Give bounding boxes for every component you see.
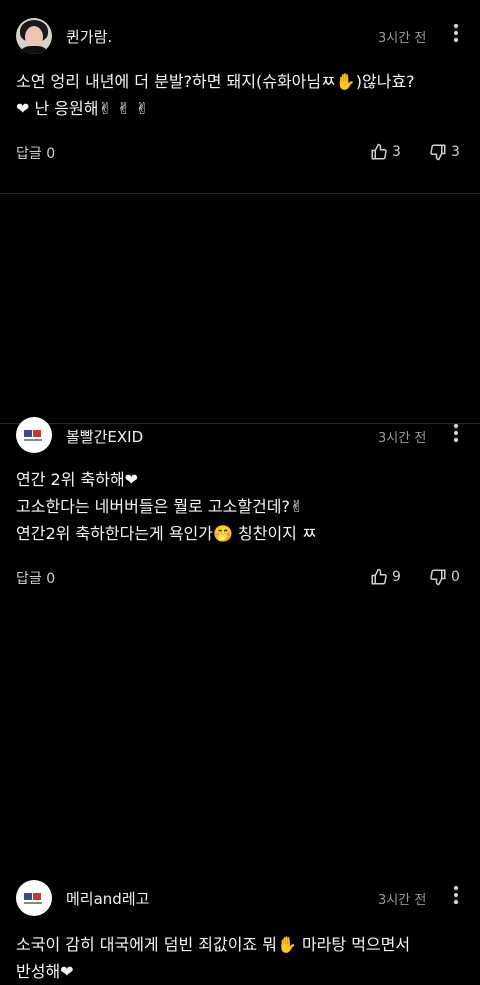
comment-line: 소국이 감히 대국에게 덤빈 죄값이죠 뭐✋ 마라탕 먹으면서 (16, 935, 411, 954)
comment-text: 소연 엉리 내년에 더 분발?하면 돼지(슈화아님ㅉ✋)않나효? ❤ 난 응원해… (16, 68, 466, 122)
like-count: 3 (392, 144, 401, 160)
thumbs-up-icon (371, 143, 387, 160)
comment-line: 반성해❤ (16, 962, 74, 981)
more-options-icon[interactable] (448, 24, 464, 46)
reply-button[interactable]: 답글 0 (16, 143, 55, 163)
more-options-icon[interactable] (448, 886, 464, 908)
comment-author[interactable]: 메리and레고 (66, 888, 149, 909)
comment-timestamp: 3시간 전 (378, 893, 427, 908)
avatar[interactable] (16, 880, 52, 916)
thumbs-down-icon (430, 144, 446, 161)
comment-line: ❤ 난 응원해✌ ✌ ✌ (16, 99, 149, 118)
like-button[interactable]: 3 (370, 143, 401, 161)
comment-timestamp: 3시간 전 (378, 31, 427, 46)
comment-item: 볼빨간EXID 3시간 전 연간 2위 축하해❤ 고소한다는 네버버들은 뭘로 … (0, 194, 480, 587)
comment-text: 소국이 감히 대국에게 덤빈 죄값이죠 뭐✋ 마라탕 먹으면서 반성해❤ (16, 931, 466, 985)
comment-line: 소연 엉리 내년에 더 분발?하면 돼지(슈화아님ㅉ✋)않나효? (16, 72, 415, 91)
comment-item: 퀸가람. 3시간 전 소연 엉리 내년에 더 분발?하면 돼지(슈화아님ㅉ✋)않… (0, 0, 480, 194)
dislike-button[interactable]: 3 (429, 143, 460, 161)
comment-item: 메리and레고 3시간 전 소국이 감히 대국에게 덤빈 죄값이죠 뭐✋ 마라탕… (0, 424, 480, 981)
comment-author[interactable]: 퀸가람. (66, 26, 112, 47)
avatar[interactable] (16, 18, 52, 54)
comment-actions: 답글 0 3 3 (16, 143, 464, 165)
dislike-count: 3 (451, 144, 460, 160)
